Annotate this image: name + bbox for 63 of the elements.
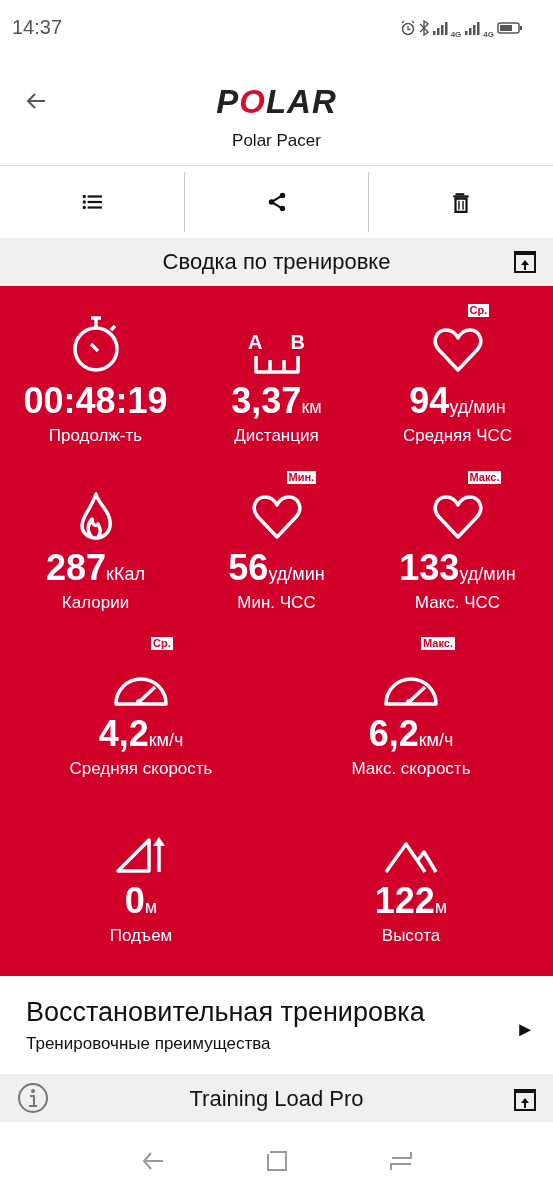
expand-icon[interactable] — [513, 1088, 537, 1112]
stat-unit: м — [434, 896, 448, 918]
stat-value: 0 — [124, 879, 145, 922]
polar-logo: POLAR — [216, 85, 337, 119]
bluetooth-icon — [418, 19, 429, 36]
heart-icon — [431, 326, 484, 374]
stat-value: 56 — [228, 546, 269, 589]
stat-label: Макс. ЧСС — [414, 592, 501, 613]
mountain-icon — [384, 839, 438, 874]
stat-value: 133 — [399, 546, 460, 589]
stat-unit: уд/мин — [459, 563, 516, 585]
stat-value: 3,37 — [231, 380, 302, 422]
section-title: Сводка по тренировке — [162, 249, 391, 275]
battery-icon — [497, 20, 523, 35]
stat-unit: м — [144, 896, 158, 918]
stat-unit: уд/мин — [449, 397, 506, 418]
signal-icon — [464, 19, 481, 36]
stat-unit: км/ч — [148, 730, 184, 751]
stat-label: Макс. скорость — [351, 759, 471, 779]
expand-icon[interactable] — [513, 250, 537, 274]
stat-label: Калории — [61, 592, 130, 613]
benefit-title: Восстановительная тренировка — [26, 996, 426, 1028]
stat-unit: уд/мин — [268, 563, 325, 585]
flame-icon — [77, 490, 114, 541]
stat-label: Мин. ЧСС — [237, 592, 316, 613]
stat-badge: Ср. — [467, 304, 490, 317]
stat-value: 122 — [374, 879, 435, 922]
heart-icon — [250, 492, 303, 541]
stat-label: Средняя скорость — [69, 759, 213, 779]
stat-badge: Ср. — [151, 637, 173, 650]
stat-unit: км — [301, 397, 322, 418]
stat-value: 287 — [46, 546, 107, 589]
info-icon[interactable] — [17, 1082, 49, 1114]
stat-label: Средняя ЧСС — [402, 426, 513, 446]
stat-value: 94 — [409, 380, 450, 422]
device-name: Polar Pacer — [232, 131, 321, 151]
stat-value: 00:48:19 — [23, 380, 168, 422]
stat-value: 6,2 — [368, 713, 419, 755]
section-title: Training Load Pro — [189, 1086, 364, 1112]
home-icon[interactable] — [266, 1150, 289, 1172]
point-label: B — [290, 331, 305, 354]
stat-value: 4,2 — [98, 713, 149, 755]
stat-label: Подъем — [109, 925, 173, 946]
stat-label: Дистанция — [234, 426, 319, 446]
network-label: 4G — [450, 30, 462, 39]
status-time: 14:37 — [12, 16, 63, 39]
stat-unit: кКал — [106, 563, 145, 585]
recent-apps-icon[interactable] — [390, 1150, 413, 1172]
heart-icon — [431, 492, 484, 541]
stat-badge: Макс. — [421, 637, 455, 650]
stat-label: Высота — [381, 925, 441, 946]
network-label: 4G — [483, 30, 494, 39]
alarm-icon — [399, 19, 416, 36]
arrow-icon: ► — [515, 1017, 535, 1041]
stopwatch-icon — [70, 314, 121, 374]
stat-badge: Макс. — [467, 470, 502, 484]
benefit-subtitle: Тренировочные преимущества — [26, 1033, 272, 1054]
stat-label: Продолж-ть — [48, 426, 143, 446]
signal-icon — [431, 19, 448, 36]
ruler-icon — [251, 354, 302, 374]
point-label: A — [248, 331, 263, 354]
stat-unit: км/ч — [418, 730, 454, 751]
stat-badge: Мин. — [286, 470, 317, 484]
